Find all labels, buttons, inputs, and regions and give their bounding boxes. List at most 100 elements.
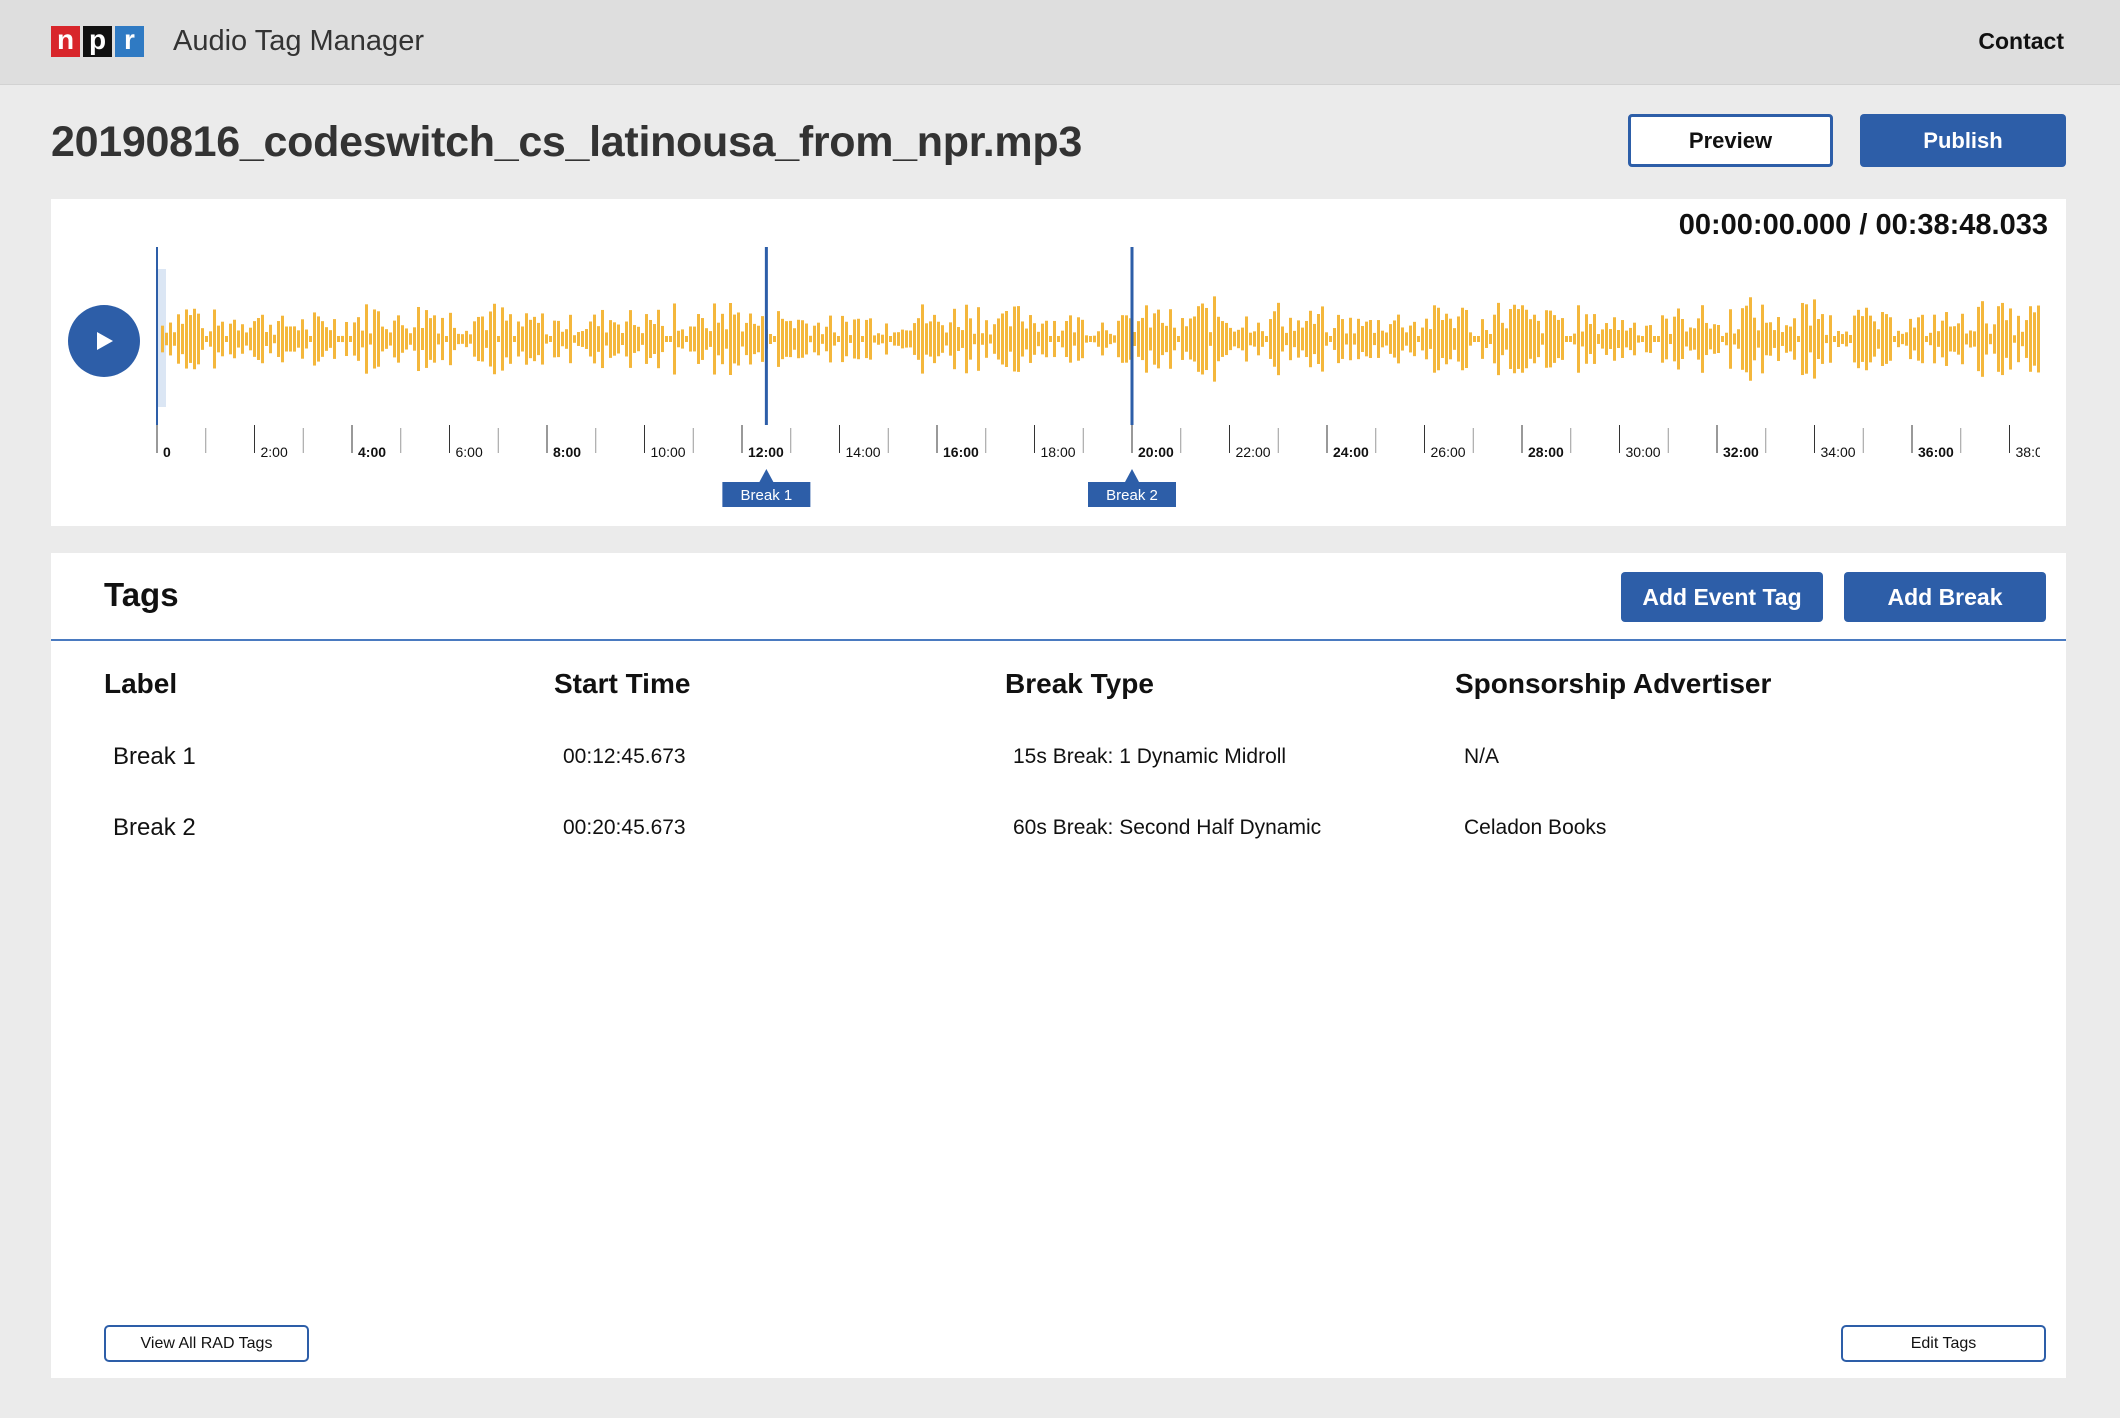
waveform-bar [777, 311, 780, 367]
waveform-bar [1581, 331, 1584, 347]
view-all-rad-tags-button[interactable]: View All RAD Tags [104, 1325, 309, 1362]
waveform-bar [257, 318, 260, 360]
contact-link[interactable]: Contact [1978, 28, 2064, 55]
waveform-bar [2033, 312, 2036, 366]
timeline-tick-label: 18:00 [1041, 444, 1076, 460]
waveform-bar [785, 321, 788, 357]
waveform-bar [225, 336, 228, 342]
waveform-bar [1301, 327, 1304, 351]
waveform-bar [1881, 312, 1884, 366]
waveform-bar [1033, 323, 1036, 355]
waveform-bar [637, 326, 640, 352]
preview-button[interactable]: Preview [1628, 114, 1833, 167]
waveform-bar [1641, 336, 1644, 342]
add-break-button[interactable]: Add Break [1844, 572, 2046, 622]
waveform-bar [729, 303, 732, 375]
waveform-bar [1373, 332, 1376, 346]
waveform-bar [1853, 315, 1856, 363]
waveform-bar [1569, 336, 1572, 342]
row-advertiser: Celadon Books [1464, 816, 1607, 839]
waveform-bar [2013, 335, 2016, 343]
add-event-tag-button[interactable]: Add Event Tag [1621, 572, 1823, 622]
waveform-bar [557, 320, 560, 358]
waveform-bar [1181, 318, 1184, 360]
waveform-bar [769, 333, 772, 345]
waveform-bar [2029, 306, 2032, 372]
waveform-bar [1913, 327, 1916, 351]
waveform-bar [1097, 331, 1100, 347]
publish-button[interactable]: Publish [1860, 114, 2066, 167]
waveform-bar [161, 325, 164, 353]
waveform-bar [273, 334, 276, 344]
waveform-bar [1213, 296, 1216, 382]
waveform-bar [1317, 314, 1320, 364]
npr-logo[interactable]: n p r [51, 26, 144, 57]
waveform-bar [1613, 317, 1616, 361]
waveform-bar [1397, 314, 1400, 364]
waveform-bar [905, 330, 908, 348]
waveform-bar [933, 314, 936, 364]
waveform-bar [1429, 329, 1432, 349]
waveform-bar [1225, 322, 1228, 356]
waveform-bar [1621, 320, 1624, 358]
waveform-bar [837, 336, 840, 342]
waveform-bar [1221, 321, 1224, 357]
waveform-bar [397, 315, 400, 363]
waveform-bar [501, 307, 504, 371]
waveform-bar [789, 320, 792, 358]
waveform-bar [721, 313, 724, 365]
waveform-bar [1481, 319, 1484, 359]
waveform-bar [1025, 328, 1028, 350]
waveform-bar [1585, 314, 1588, 364]
waveform-timeline[interactable]: 0 2:00 4:00 6:00 8:00 10:00 12:00 14:00 16:00 18:… [51, 199, 2066, 526]
waveform-bar [821, 334, 824, 344]
waveform-bar [1037, 331, 1040, 347]
waveform-bar [1449, 318, 1452, 360]
waveform-bar [773, 336, 776, 342]
waveform-bar [1953, 326, 1956, 352]
waveform-bars [161, 296, 2040, 382]
waveform-bar [641, 333, 644, 345]
waveform-bar [549, 336, 552, 342]
waveform-bar [1353, 333, 1356, 345]
waveform-bar [1649, 325, 1652, 353]
waveform-bar [245, 332, 248, 346]
waveform-bar [1597, 334, 1600, 344]
waveform-bar [1885, 314, 1888, 364]
waveform-bar [1573, 333, 1576, 345]
waveform-bar [1321, 306, 1324, 372]
waveform-bar [849, 335, 852, 343]
waveform-bar [221, 321, 224, 357]
row-start-time: 00:20:45.673 [563, 816, 686, 839]
waveform-bar [953, 308, 956, 370]
waveform-bar [1777, 317, 1780, 361]
waveform-bar [1477, 336, 1480, 342]
column-header-break-type: Break Type [1005, 668, 1154, 699]
waveform-bar [1677, 308, 1680, 370]
waveform-bar [917, 318, 920, 360]
waveform-bar [969, 318, 972, 360]
waveform-bar [381, 326, 384, 352]
edit-tags-button[interactable]: Edit Tags [1841, 1325, 2046, 1362]
play-button[interactable] [68, 305, 140, 377]
waveform-bar [1153, 313, 1156, 365]
waveform-bar [805, 323, 808, 355]
audio-player: 00:00:00.000 / 00:38:48.033 0 2:00 4:00 6:0… [51, 199, 2066, 526]
waveform-bar [509, 314, 512, 364]
waveform-bar [1113, 335, 1116, 343]
waveform-bar [1625, 330, 1628, 348]
waveform-bar [1329, 336, 1332, 342]
waveform-bar [1617, 330, 1620, 348]
file-name: 20190816_codeswitch_cs_latinousa_from_np… [51, 118, 1082, 166]
waveform-bar [1965, 333, 1968, 345]
waveform-bar [1089, 336, 1092, 342]
waveform-bar [1805, 304, 1808, 374]
waveform-bar [853, 319, 856, 359]
waveform-bar [1081, 319, 1084, 359]
row-start-time: 00:12:45.673 [563, 745, 686, 768]
waveform-bar [813, 325, 816, 353]
waveform-bar [781, 318, 784, 360]
waveform-bar [937, 321, 940, 357]
waveform-bar [1849, 334, 1852, 344]
waveform-bar [229, 323, 232, 355]
